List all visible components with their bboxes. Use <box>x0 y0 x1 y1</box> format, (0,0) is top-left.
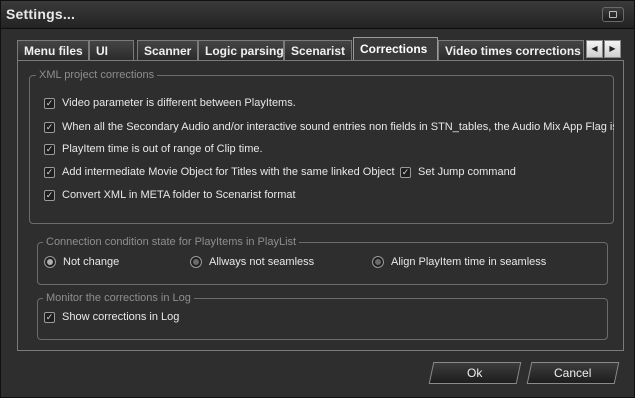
checkbox-video-parameter[interactable]: ✓ Video parameter is different between P… <box>44 95 296 111</box>
checkbox-checked-icon[interactable]: ✓ <box>44 311 55 323</box>
restore-button[interactable] <box>602 7 624 22</box>
window-title: Settings... <box>6 6 76 22</box>
tab-strip: Menu files UI Scanner Logic parsing Scen… <box>17 37 624 61</box>
checkbox-audio-mix-app-flag[interactable]: ✓ When all the Secondary Audio and/or in… <box>44 119 614 135</box>
checkbox-label: Show corrections in Log <box>62 311 180 323</box>
checkbox-show-corrections-log[interactable]: ✓ Show corrections in Log <box>44 309 179 325</box>
tab-scanner[interactable]: Scanner <box>137 40 198 61</box>
cancel-button[interactable]: Cancel <box>526 362 620 384</box>
title-bar: Settings... <box>1 1 634 29</box>
checkbox-checked-icon[interactable]: ✓ <box>44 143 55 155</box>
checkbox-checked-icon[interactable]: ✓ <box>44 189 55 201</box>
radio-align-playitem-seamless[interactable]: Align PlayItem time in seamless <box>372 254 546 270</box>
ok-button-label: Ok <box>467 366 483 380</box>
checkbox-intermediate-movie-object[interactable]: ✓ Add intermediate Movie Object for Titl… <box>44 164 395 180</box>
checkbox-checked-icon[interactable]: ✓ <box>400 166 411 178</box>
checkbox-set-jump-command[interactable]: ✓ Set Jump command <box>400 164 516 180</box>
radio-label: Not change <box>63 256 120 268</box>
connection-group-legend: Connection condition state for PlayItems… <box>43 236 300 248</box>
checkbox-label: Video parameter is different between Pla… <box>62 97 296 109</box>
tab-logic-parsing[interactable]: Logic parsing <box>198 40 284 61</box>
tab-video-times-corrections[interactable]: Video times corrections <box>438 40 584 61</box>
checkbox-label: Set Jump command <box>418 166 516 178</box>
tab-scroll-right-icon[interactable]: ▶ <box>604 40 621 58</box>
radio-selected-icon[interactable] <box>44 256 56 268</box>
radio-icon[interactable] <box>372 256 384 268</box>
monitor-group-legend: Monitor the corrections in Log <box>43 292 194 304</box>
radio-not-change[interactable]: Not change <box>44 254 119 270</box>
checkbox-checked-icon[interactable]: ✓ <box>44 121 55 133</box>
radio-icon[interactable] <box>190 256 202 268</box>
checkbox-label: Convert XML in META folder to Scenarist … <box>62 189 296 201</box>
tab-scroll-left-icon[interactable]: ◀ <box>586 40 603 58</box>
checkbox-convert-xml-meta[interactable]: ✓ Convert XML in META folder to Scenaris… <box>44 187 296 203</box>
tab-menu-files[interactable]: Menu files <box>17 40 89 61</box>
checkbox-checked-icon[interactable]: ✓ <box>44 166 55 178</box>
xml-group-legend: XML project corrections <box>36 69 158 81</box>
radio-label: Allways not seamless <box>209 256 315 268</box>
checkbox-label: PlayItem time is out of range of Clip ti… <box>62 143 263 155</box>
settings-dialog: Settings... Menu files UI Scanner Logic … <box>0 0 635 398</box>
restore-icon <box>609 11 617 18</box>
checkbox-checked-icon[interactable]: ✓ <box>44 97 55 109</box>
checkbox-playitem-time[interactable]: ✓ PlayItem time is out of range of Clip … <box>44 141 263 157</box>
tab-ui[interactable]: UI <box>89 40 134 61</box>
radio-allways-not-seamless[interactable]: Allways not seamless <box>190 254 314 270</box>
radio-label: Align PlayItem time in seamless <box>391 256 547 268</box>
cancel-button-label: Cancel <box>554 366 592 380</box>
checkbox-label: Add intermediate Movie Object for Titles… <box>62 166 395 178</box>
checkbox-label: When all the Secondary Audio and/or inte… <box>62 121 614 133</box>
ok-button[interactable]: Ok <box>428 362 522 384</box>
tab-corrections[interactable]: Corrections <box>353 37 438 61</box>
tab-scenarist[interactable]: Scenarist <box>284 40 352 61</box>
